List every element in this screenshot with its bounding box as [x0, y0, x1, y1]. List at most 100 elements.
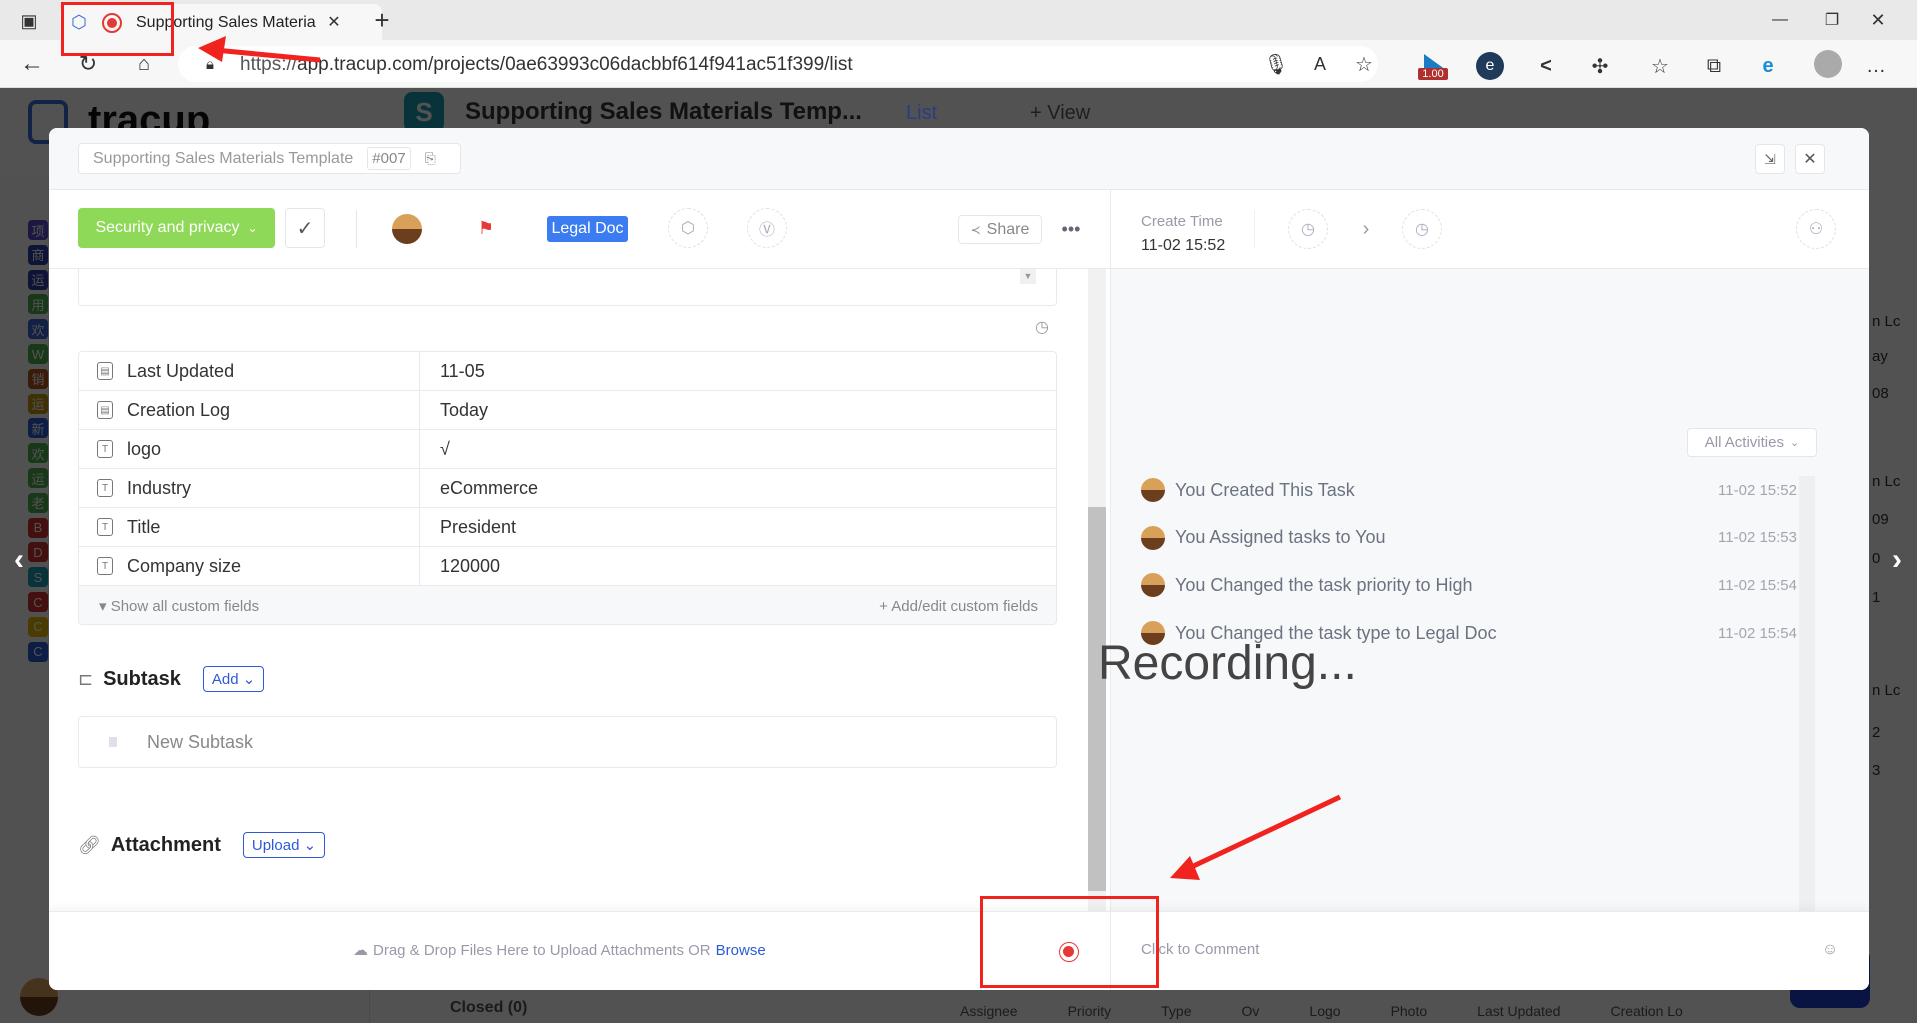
breadcrumb-project[interactable]: Supporting Sales Materials Template	[93, 150, 353, 168]
share-label: Share	[986, 220, 1030, 238]
subtask-add-button[interactable]: Add ⌄	[202, 666, 265, 692]
subtask-icon: ⊏	[78, 668, 94, 689]
dropzone-text: Drag & Drop Files Here to Upload Attachm…	[373, 941, 711, 959]
custom-field-row[interactable]: Tlogo √	[79, 430, 1056, 469]
activity-time: 11-02 15:52	[1718, 481, 1797, 499]
window-close-icon[interactable]: ✕	[1864, 6, 1892, 34]
status-dropdown[interactable]: Security and privacy ⌄	[78, 208, 275, 248]
custom-field-row[interactable]: T Company size 120000	[79, 547, 1056, 586]
share-button[interactable]: ≺ Share	[958, 215, 1042, 244]
user-avatar	[1141, 525, 1165, 550]
project-title[interactable]: Supporting Sales Materials Temp...	[465, 98, 862, 126]
more-icon[interactable]: …	[1862, 52, 1890, 80]
activity-filter-dropdown[interactable]: All Activities ⌄	[1687, 428, 1817, 457]
custom-fields-footer: ▾ Show all custom fields + Add/edit cust…	[79, 586, 1056, 624]
activity-filter-label: All Activities	[1704, 434, 1784, 451]
extension-e-icon[interactable]: e	[1476, 52, 1504, 80]
collections-icon[interactable]: ⧉	[1700, 52, 1728, 80]
calendar-icon: ▤	[97, 401, 113, 419]
version-icon[interactable]: Ⓥ	[747, 208, 787, 248]
start-time-clock-icon[interactable]: ◷	[1288, 209, 1328, 249]
complete-check-button[interactable]: ✓	[285, 208, 325, 248]
ie-mode-icon[interactable]: e	[1754, 52, 1782, 80]
new-subtask-input[interactable]: New Subtask	[78, 716, 1057, 768]
field-value[interactable]: Today	[420, 400, 488, 421]
subtask-title: Subtask	[103, 667, 181, 690]
upload-dropzone[interactable]: ☁︎ Drag & Drop Files Here to Upload Atta…	[353, 941, 766, 960]
show-all-label: Show all custom fields	[110, 598, 260, 615]
url-input[interactable]: 🔒︎ https://app.tracup.com/projects/0ae63…	[178, 46, 1378, 82]
copy-link-icon[interactable]: ⎘	[425, 150, 436, 167]
field-label: Title	[127, 516, 161, 537]
add-edit-fields-link[interactable]: + Add/edit custom fields	[879, 598, 1038, 615]
upload-button[interactable]: Upload ⌄	[242, 832, 326, 858]
add-favorite-icon[interactable]: ☆	[1352, 52, 1376, 76]
task-type-tag[interactable]: Legal Doc	[547, 216, 628, 242]
activity-item: You Assigned tasks to You 11-02 15:53	[1141, 523, 1797, 553]
close-icon[interactable]: ✕	[322, 10, 346, 34]
recording-overlay-text: Recording...	[1098, 637, 1357, 690]
calendar-icon: ▤	[97, 362, 113, 380]
field-value[interactable]: President	[420, 517, 516, 538]
field-value[interactable]: eCommerce	[420, 478, 538, 499]
field-label: Creation Log	[127, 399, 231, 420]
minimize-modal-icon[interactable]: ⇲	[1755, 144, 1785, 174]
field-value[interactable]: √	[420, 439, 450, 460]
description-editor[interactable]: ▼	[78, 269, 1057, 306]
more-options-icon[interactable]: •••	[1057, 216, 1085, 242]
new-subtask-placeholder: New Subtask	[147, 731, 254, 752]
restore-icon[interactable]: ❐	[1818, 6, 1846, 34]
puzzle-icon[interactable]: ✣	[1586, 52, 1614, 80]
cube-icon[interactable]: ⬡	[668, 208, 708, 248]
next-task-arrow-icon[interactable]: ›	[1884, 543, 1910, 576]
extension-badge: 1.00	[1418, 68, 1448, 80]
scrollbar-thumb[interactable]	[1088, 507, 1106, 891]
tab-actions-icon[interactable]: ▣	[16, 8, 42, 34]
create-time-label: Create Time	[1141, 213, 1223, 230]
view-tab-list[interactable]: List	[906, 102, 937, 125]
assignee-avatar[interactable]	[392, 214, 422, 244]
back-icon[interactable]: ←	[18, 50, 46, 78]
activity-time: 11-02 15:53	[1718, 529, 1797, 547]
lock-icon: 🔒︎	[206, 55, 214, 73]
attachment-title: Attachment	[110, 833, 221, 856]
subtask-bullet-icon	[109, 737, 117, 747]
custom-field-row[interactable]: T Industry eCommerce	[79, 469, 1056, 508]
browse-link[interactable]: Browse	[716, 942, 766, 959]
emoji-icon[interactable]: ☺	[1820, 940, 1840, 960]
read-aloud-icon[interactable]: A	[1308, 52, 1332, 76]
url-scheme: https://	[240, 54, 298, 75]
share-icon[interactable]: <	[1532, 52, 1560, 80]
favorites-icon[interactable]: ☆	[1646, 52, 1674, 80]
panel-scrollbar[interactable]	[1851, 269, 1865, 911]
prev-task-arrow-icon[interactable]: ‹	[6, 543, 32, 576]
add-view-button[interactable]: + View	[1030, 102, 1090, 125]
activity-text: You Changed the task priority to High	[1175, 574, 1473, 595]
custom-field-row[interactable]: ▤ Last Updated 11-05	[79, 352, 1056, 391]
tab-bar: ▣ ⬡ Supporting Sales Materials ✕ + — ❐ ✕	[0, 0, 1917, 40]
editor-scroll-down-icon[interactable]: ▼	[1020, 269, 1036, 284]
close-modal-icon[interactable]: ✕	[1795, 144, 1825, 174]
field-value[interactable]: 120000	[420, 556, 500, 577]
field-value[interactable]: 11-05	[420, 361, 485, 382]
cloud-upload-icon: ☁︎	[353, 942, 368, 959]
divider	[356, 210, 357, 248]
history-icon[interactable]: ◷	[1032, 317, 1052, 337]
task-body: ▼ ◷ ▤ Last Updated 11-05 ▤ Creation Log Today…	[49, 269, 1110, 911]
add-label: Add	[211, 671, 239, 688]
custom-field-row[interactable]: ▤ Creation Log Today	[79, 391, 1056, 430]
body-scrollbar[interactable]	[1088, 269, 1106, 911]
annotation-box-record	[980, 896, 1159, 988]
due-time-clock-icon[interactable]: ◷	[1402, 209, 1442, 249]
custom-field-row[interactable]: T Title President	[79, 508, 1056, 547]
profile-icon[interactable]	[1814, 50, 1842, 78]
chevron-down-icon: ⌄	[247, 221, 258, 235]
microphone-icon[interactable]: 🎙︎	[1263, 52, 1288, 76]
extension-icon[interactable]: 1.00	[1418, 54, 1448, 84]
show-all-fields-link[interactable]: ▾ Show all custom fields	[99, 597, 259, 615]
follower-user-icon[interactable]: ⚇	[1796, 209, 1836, 249]
activity-time: 11-02 15:54	[1718, 576, 1797, 594]
priority-flag-icon[interactable]: ⚑	[475, 216, 497, 240]
minimize-icon[interactable]: —	[1766, 6, 1794, 34]
new-tab-icon[interactable]: +	[368, 5, 396, 35]
